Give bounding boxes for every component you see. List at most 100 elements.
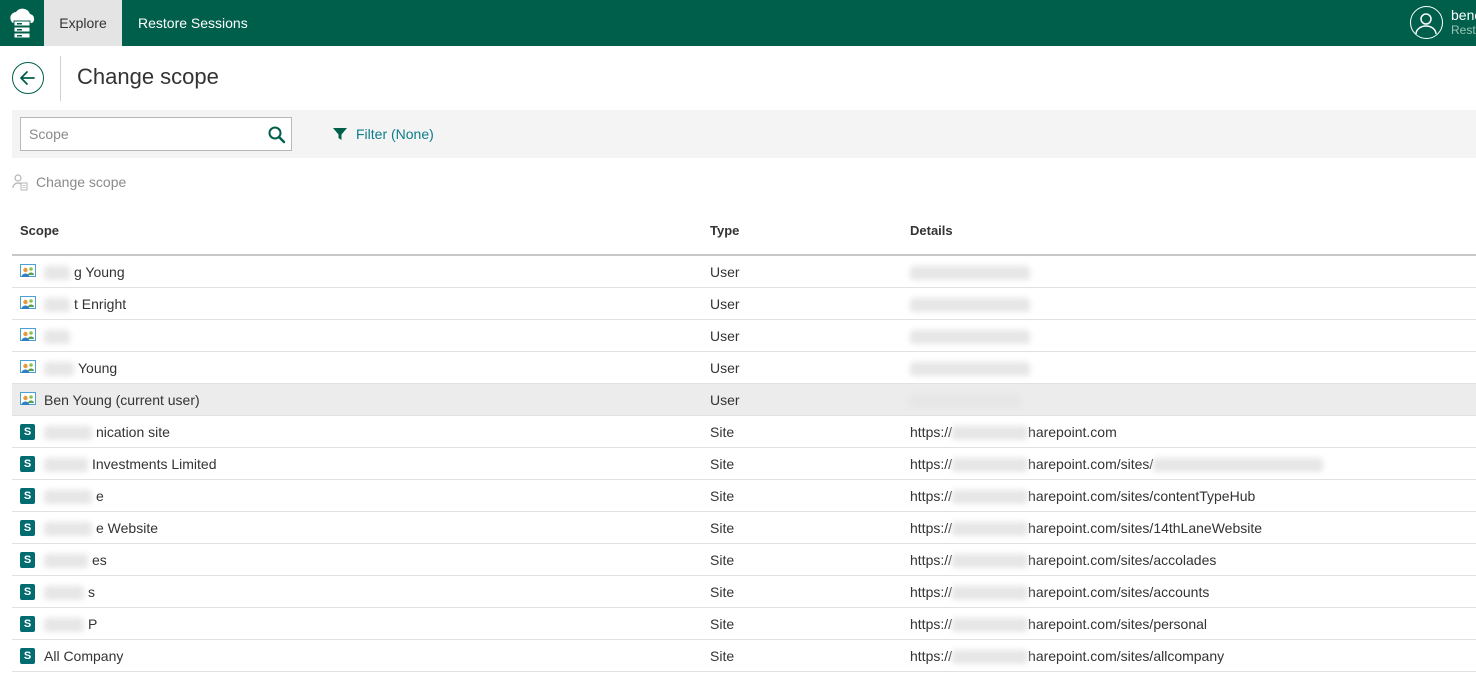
sharepoint-icon: S [20,584,36,600]
scope-name-text: e [96,488,104,504]
redacted-text [910,298,1030,313]
search-input[interactable] [21,118,259,150]
scope-name-text: g Young [74,264,125,280]
table-row[interactable]: S P Site https:// harepoint.com/sites/person… [12,608,1476,640]
scope-type: User [710,328,740,344]
sharepoint-icon: S [20,616,36,632]
table-row[interactable]: Se Website Site https:// harepoint.com/site… [12,512,1476,544]
redacted-text [952,554,1029,569]
redacted-text [44,330,70,345]
tab-restore-sessions[interactable]: Restore Sessions [122,0,264,46]
redacted-text [910,330,1030,345]
user-icon [20,360,36,376]
redacted-text [44,298,70,313]
redacted-text [952,618,1029,633]
redacted-text [952,522,1029,537]
redacted-text [44,458,88,473]
user-role: Rest [1451,23,1476,37]
table-row[interactable]: g Young User [12,256,1476,288]
sharepoint-icon: S [20,648,36,664]
scope-name-text: es [92,552,107,568]
scope-name-text: P [88,616,98,632]
table-row[interactable]: Snication site Site https:// harepoint.com [12,416,1476,448]
change-scope-action[interactable]: Change scope [12,172,126,192]
cloud-server-icon[interactable] [0,0,44,46]
details-prefix: https:// [910,520,953,536]
column-header-details[interactable]: Details [910,223,953,238]
table-row[interactable]: S All Company Site https:// harepoint.com/si… [12,640,1476,672]
scope-details: https:// harepoint.com/sites/personal [910,616,1207,633]
search-box [20,117,292,151]
table-row[interactable]: t Enright User [12,288,1476,320]
scope-table: Scope Type Details g Young User t Enright U… [12,214,1476,672]
table-row[interactable]: User [12,320,1476,352]
search-icon[interactable] [267,125,287,145]
scope-details [910,264,1030,281]
scope-details [910,360,1030,377]
redacted-text [44,426,92,441]
details-prefix: https:// [910,648,953,664]
user-icon [20,296,36,312]
table-row[interactable]: Ben Young (current user) User [12,384,1476,416]
sharepoint-icon: S [20,456,36,472]
user-avatar-icon [1410,6,1443,39]
table-row[interactable]: Ss Site https:// harepoint.com/sites/accoun… [12,576,1476,608]
scope-details: https:// harepoint.com [910,424,1117,441]
redacted-text [952,650,1029,665]
user-icon [20,392,36,408]
scope-details [910,392,1020,409]
scope-details [910,296,1030,313]
details-text: harepoint.com/sites/accolades [1028,552,1217,568]
scope-name: t Enright [44,296,127,313]
redacted-text [44,586,84,601]
redacted-text [44,362,74,377]
scope-type: Site [710,488,735,504]
table-body: g Young User t Enright User User Young User Ben… [12,256,1476,672]
header-divider [60,56,61,101]
scope-type: Site [710,584,735,600]
back-button[interactable] [12,62,44,94]
redacted-text [952,426,1029,441]
redacted-text [44,266,70,281]
arrow-left-icon [20,71,35,85]
scope-name-text: s [88,584,95,600]
sharepoint-icon: S [20,488,36,504]
details-prefix: https:// [910,616,953,632]
scope-details: https:// harepoint.com/sites/14thLaneWebs… [910,520,1262,537]
column-header-type[interactable]: Type [710,223,739,238]
table-row[interactable]: Young User [12,352,1476,384]
user-menu[interactable]: benc Rest [1410,6,1476,40]
filter-label: Filter (None) [356,126,434,142]
redacted-text [910,266,1030,281]
toolbar: Filter (None) [12,110,1476,158]
scope-type: Site [710,520,735,536]
table-row[interactable]: Ses Site https:// harepoint.com/sites/accol… [12,544,1476,576]
column-header-scope[interactable]: Scope [20,223,59,238]
scope-type: Site [710,456,735,472]
user-icon [20,328,36,344]
sharepoint-icon: S [20,520,36,536]
details-prefix: https:// [910,584,953,600]
scope-name-text: t Enright [74,296,127,312]
tab-explore[interactable]: Explore [44,0,122,46]
redacted-text [910,394,1020,409]
details-prefix: https:// [910,552,953,568]
redacted-text [952,458,1029,473]
filter-button[interactable]: Filter (None) [332,124,434,144]
user-scope-icon [12,174,28,191]
scope-name: All Company [44,648,123,664]
details-text: harepoint.com/sites/ [1028,456,1154,472]
funnel-icon [333,128,347,140]
table-row[interactable]: Se Site https:// harepoint.com/sites/conten… [12,480,1476,512]
table-row[interactable]: S Investments Limited Site https:// harepoin… [12,448,1476,480]
redacted-text [952,490,1029,505]
change-scope-label: Change scope [36,174,127,190]
scope-name-text: Investments Limited [92,456,217,472]
scope-name: e [44,488,104,505]
scope-type: Site [710,616,735,632]
scope-type: Site [710,552,735,568]
redacted-text [44,522,92,537]
user-icon [20,264,36,280]
scope-details: https:// harepoint.com/sites/contentTypeH… [910,488,1255,505]
scope-details: https:// harepoint.com/sites/ [910,456,1324,473]
